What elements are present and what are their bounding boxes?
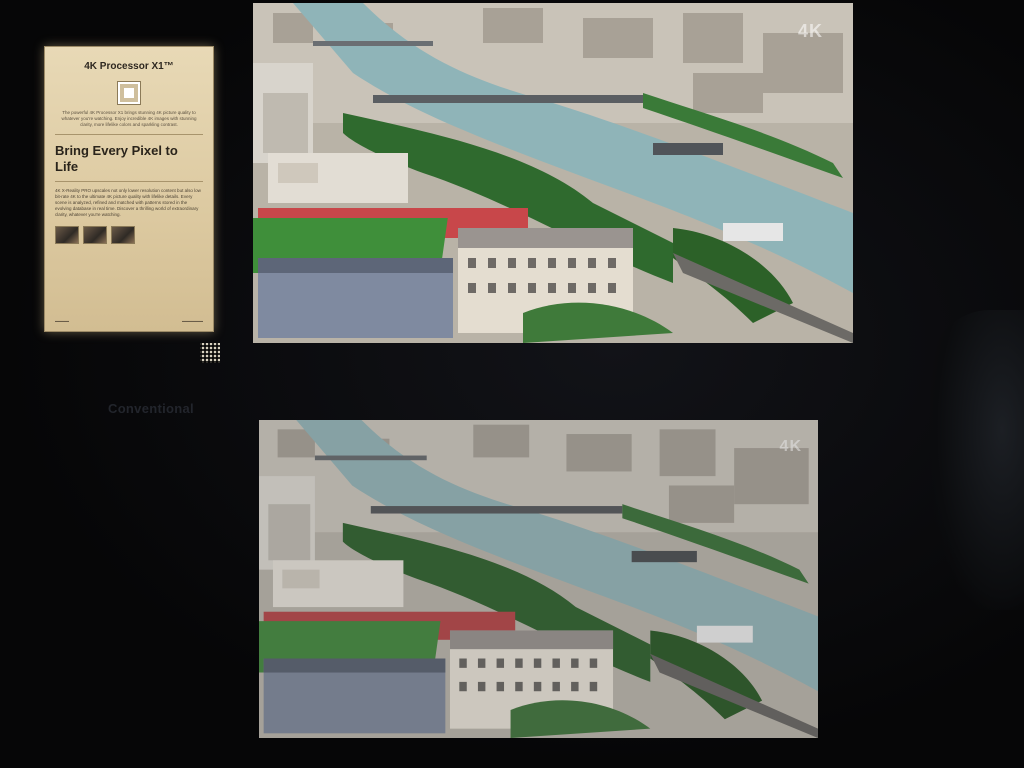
placard-thumbnails <box>55 226 203 244</box>
conventional-label: Conventional <box>108 401 194 416</box>
paris-aerial-scene <box>253 3 853 343</box>
placard-title: 4K Processor X1™ <box>84 61 174 72</box>
4k-watermark: 4K <box>779 438 802 455</box>
thumbnail-image <box>111 226 135 244</box>
thumbnail-image <box>55 226 79 244</box>
thumbnail-image <box>83 226 107 244</box>
info-placard: 4K Processor X1™ The powerful 4K Process… <box>44 46 214 332</box>
bottom-tv-screen: 4K <box>259 420 818 738</box>
visitor-silhouette <box>930 310 1024 610</box>
top-tv-screen: 4K <box>253 3 853 343</box>
qr-code-icon <box>200 343 220 363</box>
placard-divider <box>55 181 203 182</box>
placard-body: 4K X-Reality PRO upscales not only lower… <box>55 188 201 217</box>
placard-headline: Bring Every Pixel to Life <box>55 143 178 174</box>
placard-intro: The powerful 4K Processor X1 brings stun… <box>61 110 197 127</box>
placard-divider <box>55 134 203 135</box>
processor-chip-icon <box>118 82 140 104</box>
paris-aerial-scene <box>259 420 818 738</box>
4k-watermark: 4K <box>797 21 823 41</box>
placard-footer: ▬▬▬▬ ▬▬▬▬▬▬ <box>55 319 203 323</box>
